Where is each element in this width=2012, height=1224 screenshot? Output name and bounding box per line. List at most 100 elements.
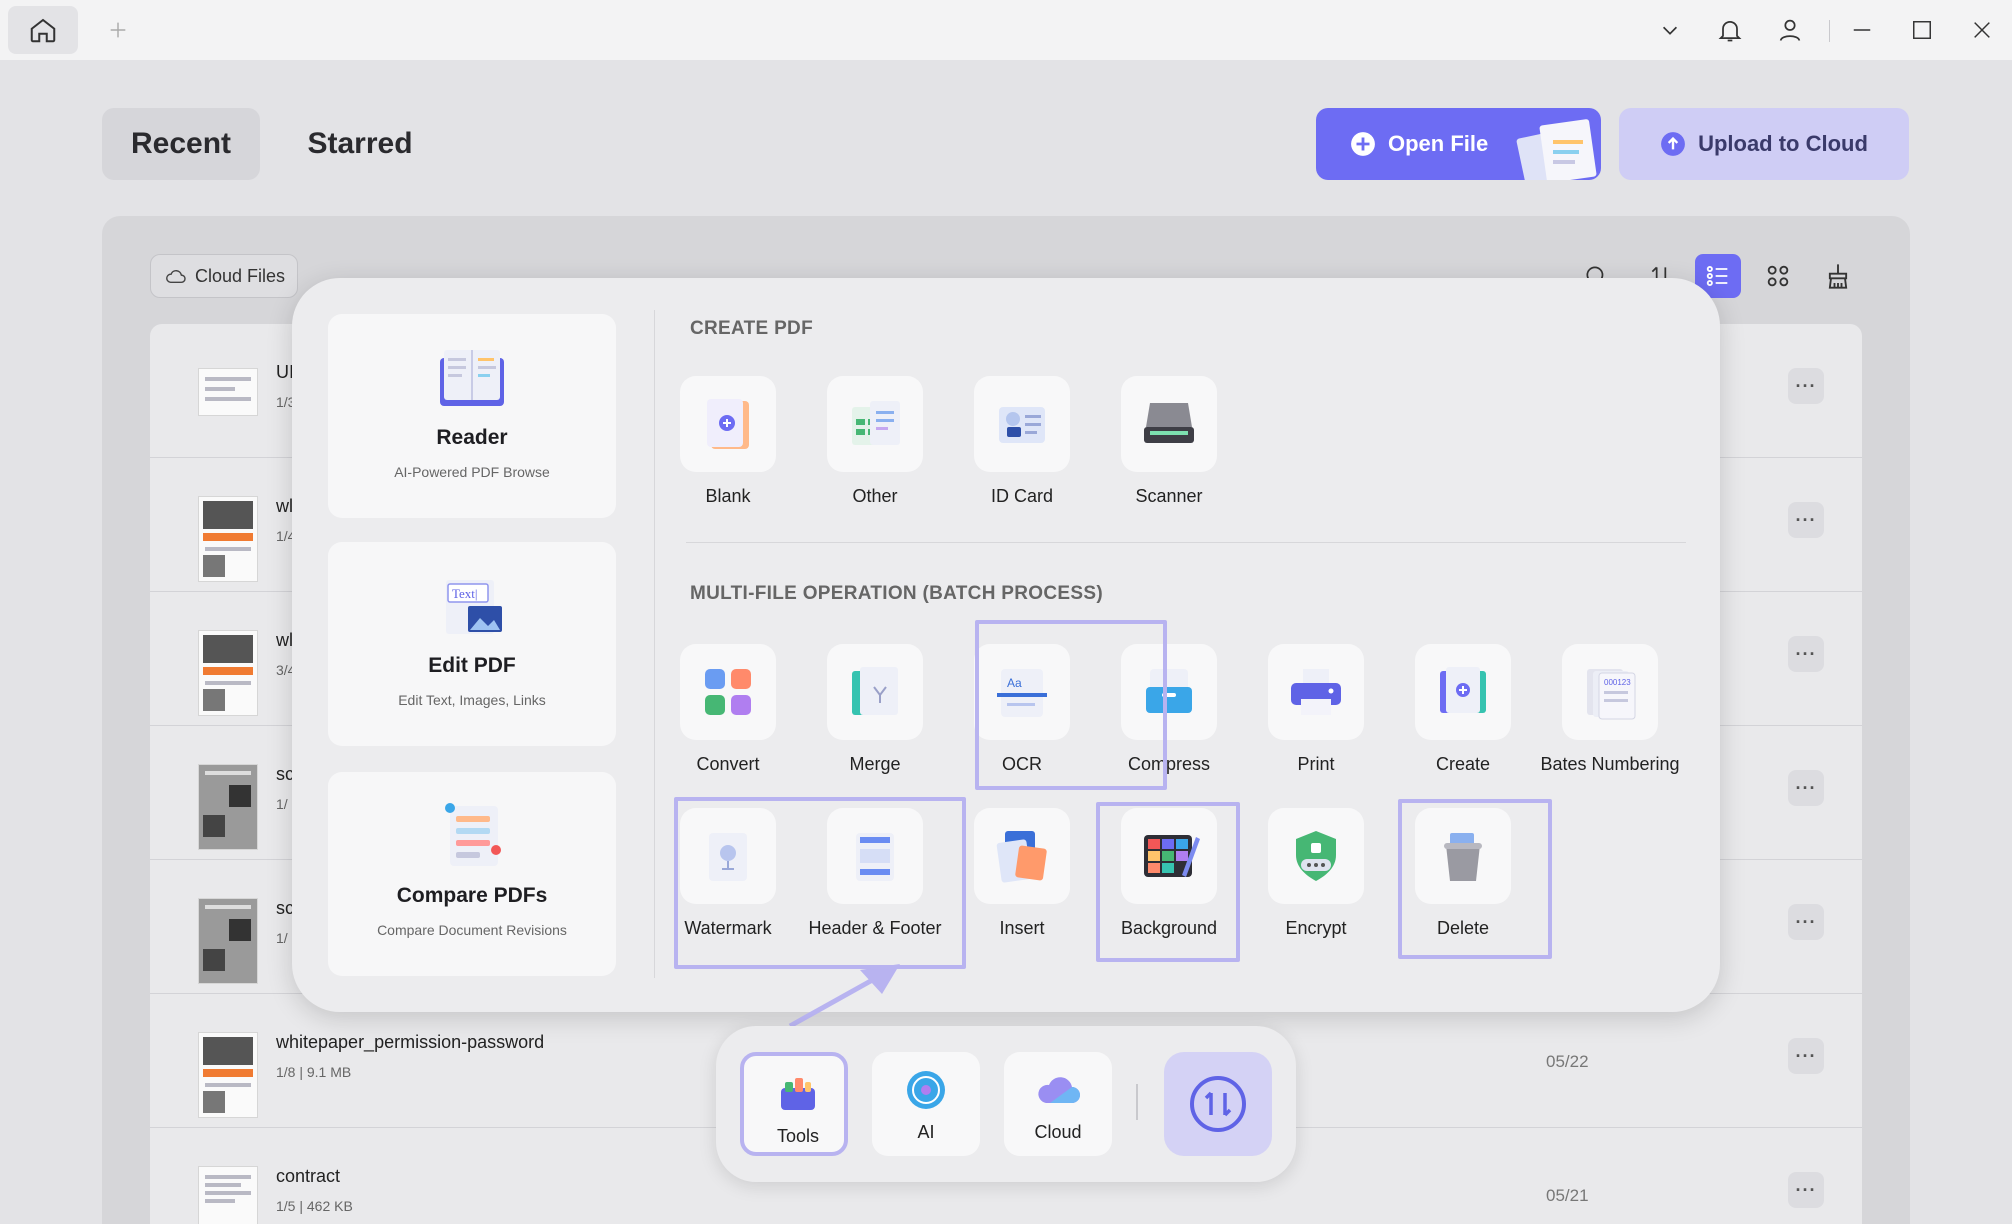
scanner-icon	[1144, 403, 1194, 443]
print-icon	[1291, 669, 1341, 715]
more-button[interactable]: ···	[1788, 904, 1824, 940]
plus-icon	[110, 22, 126, 38]
encrypt-icon	[1296, 831, 1336, 881]
file-thumbnail	[198, 764, 258, 850]
tool-merge[interactable]: Merge	[805, 644, 945, 784]
edit-text-icon: Text|	[446, 580, 502, 634]
popup-horizontal-divider	[686, 542, 1686, 543]
list-view-icon	[1706, 265, 1728, 287]
dock-tools-label: Tools	[776, 1126, 820, 1146]
reader-subtitle: AI-Powered PDF Browse	[394, 464, 550, 480]
compare-pdfs-subtitle: Compare Document Revisions	[377, 922, 567, 938]
file-meta: 1/	[276, 930, 288, 946]
edit-text-badge: Text|	[452, 586, 478, 601]
cloud-files-label: Cloud Files	[195, 265, 286, 286]
file-name: contract	[276, 1166, 341, 1186]
minimize-icon	[1853, 29, 1871, 31]
tool-scanner[interactable]: Scanner	[1099, 376, 1239, 516]
new-tab-button[interactable]	[100, 12, 136, 48]
file-meta: 1/	[276, 796, 288, 812]
user-icon	[1779, 19, 1801, 41]
edit-pdf-card[interactable]: Text| Edit PDF Edit Text, Images, Links	[328, 542, 616, 746]
clean-button[interactable]	[1815, 254, 1861, 298]
batch-heading: MULTI-FILE OPERATION (BATCH PROCESS)	[690, 583, 1103, 604]
file-date: 05/22	[1546, 1052, 1589, 1071]
dock-ai-label: AI	[917, 1122, 935, 1142]
id-card-icon	[999, 407, 1045, 443]
tool-bates-numbering[interactable]: 000123 Bates Numbering	[1540, 644, 1680, 784]
open-file-label: Open File	[1388, 131, 1489, 156]
upload-to-cloud-button[interactable]: Upload to Cloud	[1619, 108, 1909, 180]
more-button[interactable]: ···	[1788, 1172, 1824, 1208]
minimize-button[interactable]	[1844, 12, 1880, 48]
tool-other[interactable]: Other	[805, 376, 945, 516]
convert-icon	[705, 669, 751, 715]
more-button[interactable]: ···	[1788, 636, 1824, 672]
compare-pdfs-card[interactable]: Compare PDFs Compare Document Revisions	[328, 772, 616, 976]
file-meta: 1/8 | 9.1 MB	[276, 1064, 352, 1080]
merge-icon	[852, 667, 898, 715]
tool-scanner-label: Scanner	[1135, 486, 1203, 506]
upload-icon	[1661, 132, 1685, 156]
dock-cloud[interactable]: Cloud	[1004, 1052, 1112, 1156]
tool-insert[interactable]: Insert	[952, 808, 1092, 948]
edit-pdf-title: Edit PDF	[428, 654, 516, 677]
more-button[interactable]: ···	[1788, 1038, 1824, 1074]
maximize-button[interactable]	[1904, 12, 1940, 48]
ai-icon	[907, 1071, 945, 1109]
tool-id-card[interactable]: ID Card	[952, 376, 1092, 516]
tool-convert[interactable]: Convert	[658, 644, 798, 784]
file-thumbnail	[198, 496, 258, 582]
close-button[interactable]	[1964, 12, 2000, 48]
tool-create[interactable]: Create	[1393, 644, 1533, 784]
more-button[interactable]: ···	[1788, 368, 1824, 404]
edit-pdf-subtitle: Edit Text, Images, Links	[398, 692, 546, 708]
titlebar-divider	[1829, 20, 1830, 42]
grid-view-icon	[1767, 265, 1789, 287]
compare-pdfs-title: Compare PDFs	[396, 884, 548, 907]
notifications-button[interactable]	[1712, 12, 1748, 48]
file-thumbnail	[198, 630, 258, 716]
reader-card[interactable]: Reader AI-Powered PDF Browse	[328, 314, 616, 518]
dock-ai[interactable]: AI	[872, 1052, 980, 1156]
documents-icon	[1516, 119, 1597, 180]
title-bar	[0, 0, 2012, 60]
tool-print[interactable]: Print	[1246, 644, 1386, 784]
file-date: 05/21	[1546, 1186, 1589, 1205]
home-tab[interactable]	[8, 6, 78, 54]
highlight-delete	[1398, 799, 1552, 959]
cloud-files-chip[interactable]: Cloud Files	[150, 254, 298, 298]
more-button[interactable]: ···	[1788, 502, 1824, 538]
grid-view-button[interactable]	[1755, 254, 1801, 298]
create-pdf-heading: CREATE PDF	[690, 318, 813, 339]
highlight-ocr-compress	[975, 620, 1167, 790]
tool-encrypt[interactable]: Encrypt	[1246, 808, 1386, 948]
highlight-background	[1096, 802, 1240, 962]
pointer-arrow	[788, 964, 900, 1029]
tab-recent[interactable]: Recent	[102, 108, 260, 180]
file-thumbnail	[198, 1032, 258, 1118]
file-thumbnail	[198, 1166, 258, 1224]
upload-to-cloud-label: Upload to Cloud	[1698, 131, 1868, 156]
close-icon	[1974, 22, 1990, 38]
toolbox-icon	[781, 1078, 815, 1110]
dock-divider	[1136, 1084, 1138, 1120]
file-name: wl	[276, 630, 293, 650]
bates-badge: 000123	[1604, 678, 1631, 687]
highlight-watermark-header	[674, 797, 966, 969]
open-file-button[interactable]: Open File	[1316, 108, 1601, 180]
dock-tools[interactable]: Tools	[740, 1052, 848, 1156]
file-thumbnail	[198, 898, 258, 984]
cloud-icon	[166, 270, 186, 284]
more-button[interactable]: ···	[1788, 770, 1824, 806]
maximize-icon	[1913, 21, 1931, 39]
account-button[interactable]	[1772, 12, 1808, 48]
tool-blank[interactable]: Blank	[658, 376, 798, 516]
blank-page-icon	[707, 399, 749, 449]
dropdown-button[interactable]	[1652, 12, 1688, 48]
dock-transfer-button[interactable]	[1164, 1052, 1272, 1156]
insert-icon	[996, 831, 1047, 883]
tab-starred[interactable]: Starred	[280, 108, 440, 180]
cloud-icon	[1038, 1077, 1080, 1103]
chevron-down-icon	[1662, 26, 1678, 35]
